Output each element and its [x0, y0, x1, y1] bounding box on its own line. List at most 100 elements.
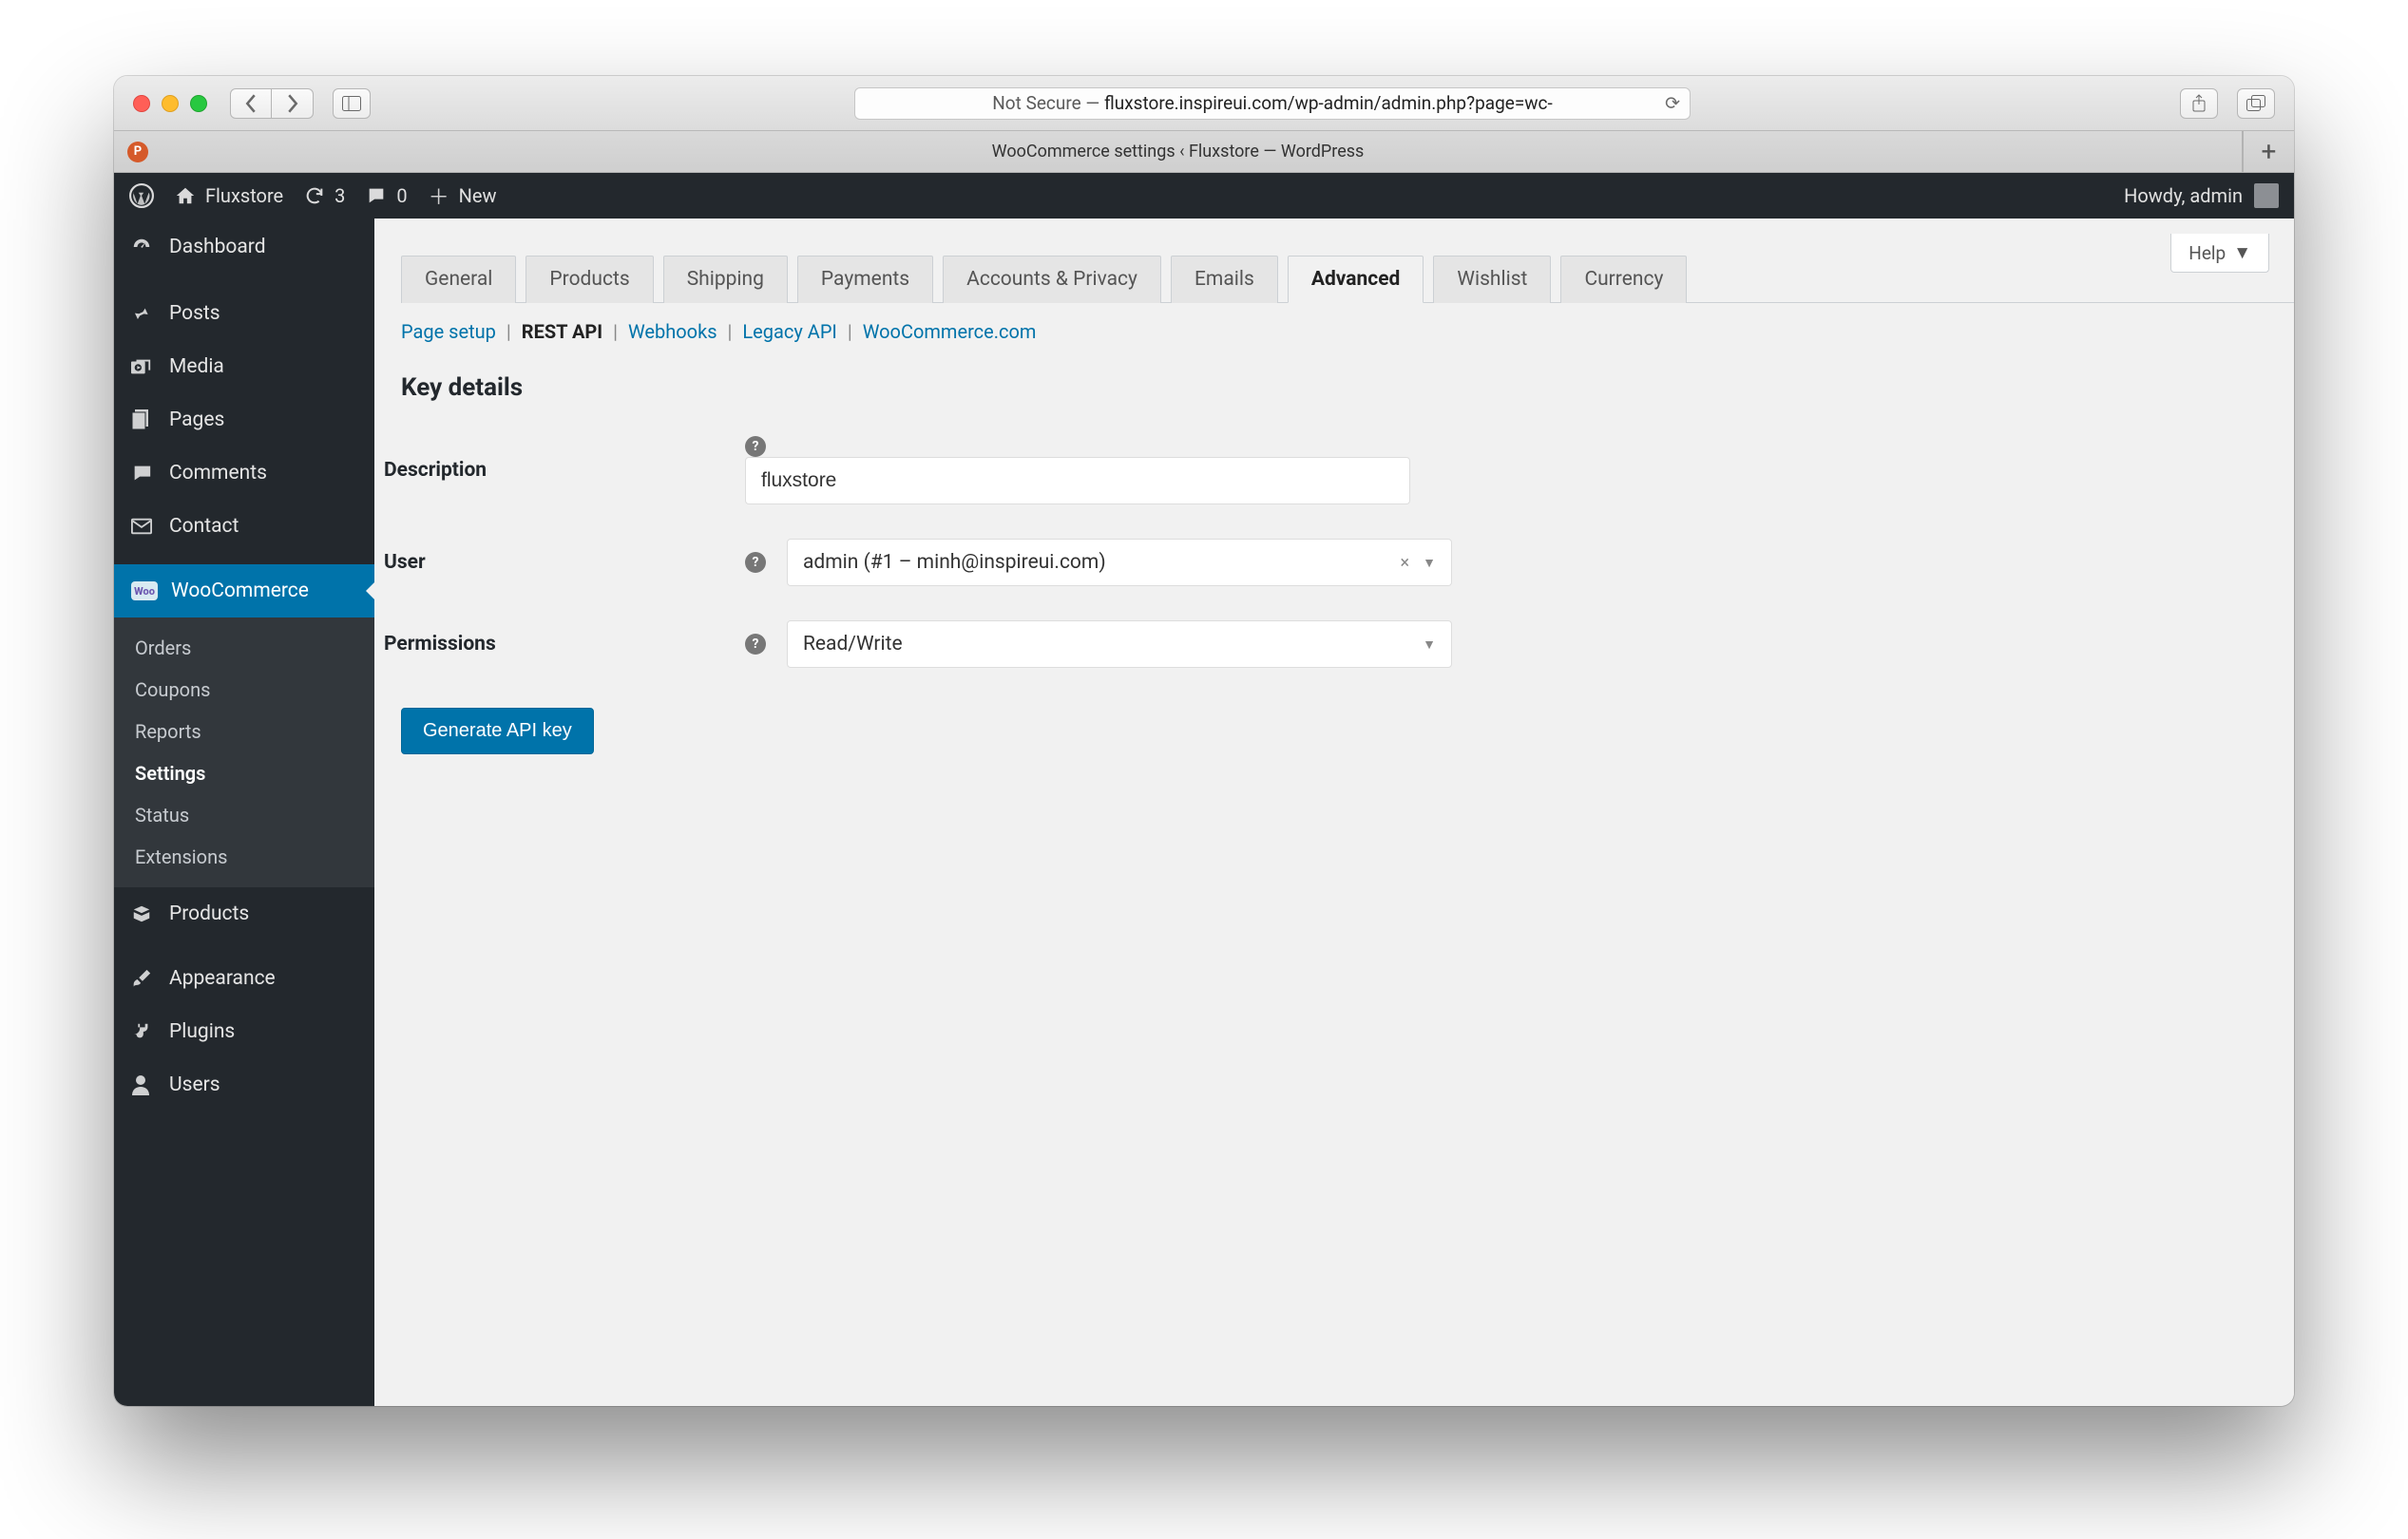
help-icon[interactable]: ? — [745, 552, 766, 573]
new-tab-button[interactable]: + — [2243, 131, 2294, 172]
user-label: User — [374, 522, 736, 603]
media-icon — [131, 357, 156, 376]
subnav-webhooks[interactable]: Webhooks — [628, 320, 717, 343]
sidebar-item-label: Contact — [169, 515, 239, 538]
tab-payments[interactable]: Payments — [797, 256, 933, 303]
help-tab[interactable]: Help ▼ — [2170, 234, 2269, 273]
tab-emails[interactable]: Emails — [1171, 256, 1278, 303]
tabs-button[interactable] — [2237, 88, 2275, 119]
pin-icon — [131, 304, 156, 323]
site-name: Fluxstore — [205, 184, 283, 207]
submenu-status[interactable]: Status — [114, 794, 374, 836]
comments-menu[interactable]: 0 — [366, 184, 407, 207]
permissions-select[interactable]: Read/Write ▼ — [787, 620, 1452, 668]
browser-window: ⓘ Not Secure — fluxstore.inspireui.com/w… — [114, 76, 2294, 1406]
wp-body: Dashboard Posts Media Pages Comment — [114, 218, 2294, 1406]
chevron-left-icon — [244, 94, 258, 113]
sidebar-item-label: Dashboard — [169, 236, 266, 258]
wp-logo-menu[interactable] — [129, 183, 154, 208]
browser-tab[interactable]: P WooCommerce settings ‹ Fluxstore — Wor… — [114, 131, 2243, 172]
description-input[interactable] — [745, 457, 1410, 504]
site-name-menu[interactable]: Fluxstore — [175, 184, 283, 207]
chevron-right-icon — [286, 94, 299, 113]
sidebar-item-woocommerce[interactable]: Woo WooCommerce — [114, 564, 374, 618]
tab-products[interactable]: Products — [526, 256, 653, 303]
sidebar-item-appearance[interactable]: Appearance — [114, 952, 374, 1005]
sidebar-item-label: Plugins — [169, 1020, 235, 1043]
chevron-down-icon: ▼ — [1423, 555, 1436, 571]
sidebar-item-plugins[interactable]: Plugins — [114, 1005, 374, 1058]
wordpress-logo-icon — [129, 183, 154, 208]
submenu-orders[interactable]: Orders — [114, 627, 374, 669]
back-button[interactable] — [230, 88, 272, 119]
sidebar-item-products[interactable]: Products — [114, 887, 374, 940]
tab-favicon: P — [127, 142, 148, 162]
woocommerce-submenu: Orders Coupons Reports Settings Status E… — [114, 618, 374, 887]
submenu-settings[interactable]: Settings — [114, 752, 374, 794]
sidebar-item-label: Appearance — [169, 967, 276, 990]
sidebar-item-media[interactable]: Media — [114, 340, 374, 393]
sidebar-toggle-button[interactable] — [333, 88, 371, 119]
sidebar-item-label: Pages — [169, 408, 224, 431]
clear-icon[interactable]: × — [1401, 553, 1410, 573]
window-close-button[interactable] — [133, 95, 150, 112]
generate-api-key-button[interactable]: Generate API key — [401, 708, 594, 754]
safari-toolbar: ⓘ Not Secure — fluxstore.inspireui.com/w… — [114, 76, 2294, 131]
sidebar-item-label: WooCommerce — [171, 580, 309, 602]
chevron-down-icon: ▼ — [1423, 636, 1436, 653]
reload-button[interactable]: ⟳ — [1665, 92, 1680, 114]
products-icon — [131, 903, 156, 924]
window-minimize-button[interactable] — [162, 95, 179, 112]
pages-icon — [131, 409, 156, 430]
submenu-extensions[interactable]: Extensions — [114, 836, 374, 878]
subnav-page-setup[interactable]: Page setup — [401, 320, 496, 343]
sidebar-item-users[interactable]: Users — [114, 1058, 374, 1112]
sidebar-item-posts[interactable]: Posts — [114, 287, 374, 340]
help-icon[interactable]: ? — [745, 634, 766, 655]
user-icon — [131, 1074, 156, 1095]
share-icon — [2191, 94, 2207, 113]
address-bar[interactable]: Not Secure — fluxstore.inspireui.com/wp-… — [854, 87, 1691, 120]
wc-settings-tabs: General Products Shipping Payments Accou… — [401, 255, 2294, 303]
updates-menu[interactable]: 3 — [304, 184, 345, 207]
wp-admin-bar: Fluxstore 3 0 ＋ New — [114, 173, 2294, 218]
tab-currency[interactable]: Currency — [1560, 256, 1687, 303]
tab-advanced[interactable]: Advanced — [1288, 256, 1424, 303]
updates-icon — [304, 185, 325, 206]
subnav-woocommerce-com[interactable]: WooCommerce.com — [863, 320, 1037, 343]
avatar — [2254, 183, 2279, 208]
forward-button[interactable] — [272, 88, 314, 119]
sidebar-item-contact[interactable]: Contact — [114, 500, 374, 553]
permissions-select-value: Read/Write — [803, 633, 1423, 656]
window-zoom-button[interactable] — [190, 95, 207, 112]
share-button[interactable] — [2180, 88, 2218, 119]
tab-general[interactable]: General — [401, 256, 516, 303]
help-icon[interactable]: ? — [745, 436, 766, 457]
tabs-icon — [2246, 95, 2265, 112]
sidebar-item-label: Posts — [169, 302, 220, 325]
subnav-legacy-api[interactable]: Legacy API — [742, 320, 836, 343]
tab-title: WooCommerce settings ‹ Fluxstore — WordP… — [992, 142, 1365, 162]
woocommerce-icon: Woo — [131, 581, 158, 600]
sidebar-item-comments[interactable]: Comments — [114, 446, 374, 500]
sidebar-item-label: Media — [169, 355, 224, 378]
sidebar-item-dashboard[interactable]: Dashboard — [114, 218, 374, 276]
sidebar-item-label: Users — [169, 1074, 220, 1096]
window-controls — [133, 95, 207, 112]
new-label: New — [459, 184, 497, 207]
new-content-menu[interactable]: ＋ New — [429, 180, 497, 211]
submenu-coupons[interactable]: Coupons — [114, 669, 374, 711]
tab-shipping[interactable]: Shipping — [663, 256, 788, 303]
submenu-reports[interactable]: Reports — [114, 711, 374, 752]
user-select[interactable]: admin (#1 – minh@inspireui.com) × ▼ — [787, 539, 1452, 586]
sidebar-item-pages[interactable]: Pages — [114, 393, 374, 446]
subnav-rest-api[interactable]: REST API — [522, 320, 602, 343]
plus-icon: ＋ — [429, 180, 449, 211]
plugin-icon — [131, 1021, 156, 1042]
permissions-label: Permissions — [374, 603, 736, 685]
tab-wishlist[interactable]: Wishlist — [1433, 256, 1551, 303]
account-menu[interactable]: Howdy, admin — [2124, 183, 2279, 208]
tab-accounts[interactable]: Accounts & Privacy — [943, 256, 1161, 303]
comment-icon — [131, 464, 156, 483]
wp-admin-sidebar: Dashboard Posts Media Pages Comment — [114, 218, 374, 1406]
